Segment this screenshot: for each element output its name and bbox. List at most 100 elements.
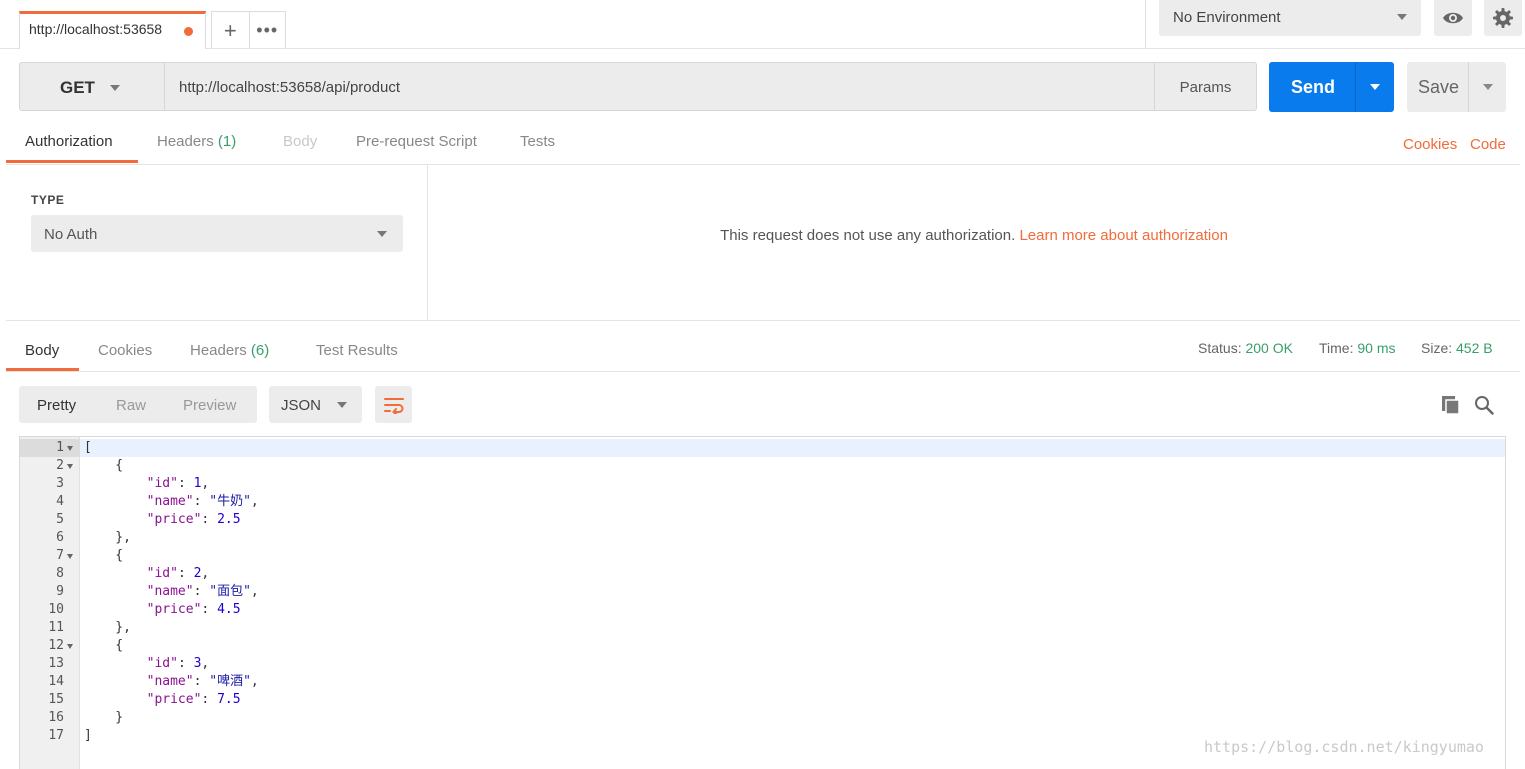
size-meta: Size: 452 B [1421,340,1493,356]
method-value: GET [60,78,95,97]
line-number: 13 [48,656,64,671]
save-options-button[interactable] [1468,62,1506,112]
line-number: 5 [56,512,64,527]
code-line: 10 "price": 4.5 [20,601,1505,619]
line-number: 6 [56,530,64,545]
auth-type-select[interactable]: No Auth [31,215,403,252]
tab-headers-label: Headers [157,133,214,150]
ellipsis-icon[interactable]: ••• [248,12,286,49]
code-text: ] [84,728,92,743]
line-number: 9 [56,584,64,599]
send-options-button[interactable] [1355,62,1394,112]
auth-message: This request does not use any authorizat… [428,227,1520,244]
tab-prerequest-script[interactable]: Pre-request Script [356,133,477,150]
tab-test-results[interactable]: Test Results [316,342,398,359]
tab-response-headers-count: (6) [250,342,270,359]
tab-tests[interactable]: Tests [520,133,555,150]
environment-select[interactable]: No Environment [1159,0,1421,36]
code-line: 11 }, [20,619,1505,637]
code-line: 16 } [20,709,1505,727]
fold-toggle-icon[interactable] [67,446,73,451]
raw-button[interactable]: Raw [116,397,146,414]
line-number: 2 [56,458,64,473]
plus-icon[interactable]: + [212,12,249,49]
auth-type-value: No Auth [44,226,98,243]
code-text: }, [84,530,131,545]
line-number: 10 [48,602,64,617]
code-text: "id": 3, [146,656,210,671]
code-line: 13 "id": 3, [20,655,1505,673]
request-tab[interactable]: http://localhost:53658 [19,11,206,49]
fold-toggle-icon[interactable] [67,464,73,469]
code-text: { [84,458,124,473]
line-number: 4 [56,494,64,509]
chevron-down-icon [1482,84,1493,90]
code-line: 9 "name": "面包", [20,583,1505,601]
send-button[interactable]: Send [1269,62,1394,112]
method-select[interactable]: GET [20,63,165,110]
auth-type-label: TYPE [31,193,65,207]
response-body-editor[interactable]: 1[2 {3 "id": 1, 4 "name": "牛奶", 5 "price":… [19,436,1506,769]
code-text: "price": 4.5 [146,602,241,617]
chevron-down-icon [110,85,120,91]
tab-headers[interactable]: Headers (1) [157,133,236,150]
save-button[interactable]: Save [1407,62,1506,112]
auth-message-text: This request does not use any authorizat… [720,227,1016,244]
watermark: https://blog.csdn.net/kingyumao [1204,738,1484,756]
fold-toggle-icon[interactable] [67,554,73,559]
code-text: { [84,548,124,563]
eye-icon [1443,12,1463,24]
code-text: { [84,638,124,653]
line-number: 16 [48,710,64,725]
chevron-down-icon [377,231,387,237]
environment-quick-look-button[interactable] [1434,0,1472,36]
preview-button[interactable]: Preview [183,397,236,414]
line-number: 14 [48,674,64,689]
time-meta: Time: 90 ms [1319,340,1396,356]
chevron-down-icon [337,402,347,408]
format-select[interactable]: JSON [269,386,362,423]
copy-icon[interactable] [1441,395,1461,415]
environment-select-value: No Environment [1173,9,1281,26]
settings-button[interactable] [1484,0,1522,36]
code-text: "name": "牛奶", [146,494,259,509]
code-line: 7 { [20,547,1505,565]
status-value[interactable]: 200 OK [1245,340,1292,356]
gear-icon [1493,8,1513,28]
code-line: 8 "id": 2, [20,565,1505,583]
cookies-link[interactable]: Cookies [1403,136,1457,153]
learn-more-link[interactable]: Learn more about authorization [1019,227,1227,244]
chevron-down-icon [1370,84,1380,90]
pretty-button[interactable]: Pretty [37,397,76,414]
request-tabs: Authorization Headers (1) Body Pre-reque… [6,122,1520,165]
wrap-lines-button[interactable] [375,386,412,423]
status-meta: Status: 200 OK [1198,340,1293,356]
active-tab-indicator [6,368,79,371]
search-icon[interactable] [1474,395,1494,415]
code-text: "name": "啤酒", [146,674,259,689]
format-select-value: JSON [281,397,322,414]
tab-response-headers-label: Headers [190,342,247,359]
size-value[interactable]: 452 B [1456,340,1493,356]
code-line: 2 { [20,457,1505,475]
tab-response-body[interactable]: Body [25,342,59,359]
tab-response-cookies[interactable]: Cookies [98,342,152,359]
code-text: "price": 2.5 [146,512,241,527]
save-button-label: Save [1418,77,1460,97]
code-link[interactable]: Code [1470,136,1506,153]
line-number: 7 [56,548,64,563]
params-button[interactable]: Params [1154,63,1256,110]
divider [1145,0,1146,48]
line-number: 1 [56,440,64,455]
fold-toggle-icon[interactable] [67,644,73,649]
time-value[interactable]: 90 ms [1357,340,1395,356]
tab-headers-count: (1) [217,133,237,150]
url-input[interactable]: http://localhost:53658/api/product [165,63,1155,110]
line-number: 8 [56,566,64,581]
code-line: 5 "price": 2.5 [20,511,1505,529]
code-line: 6 }, [20,529,1505,547]
tab-body[interactable]: Body [283,133,317,150]
code-line: 3 "id": 1, [20,475,1505,493]
tab-authorization[interactable]: Authorization [25,133,113,150]
tab-response-headers[interactable]: Headers (6) [190,342,269,359]
